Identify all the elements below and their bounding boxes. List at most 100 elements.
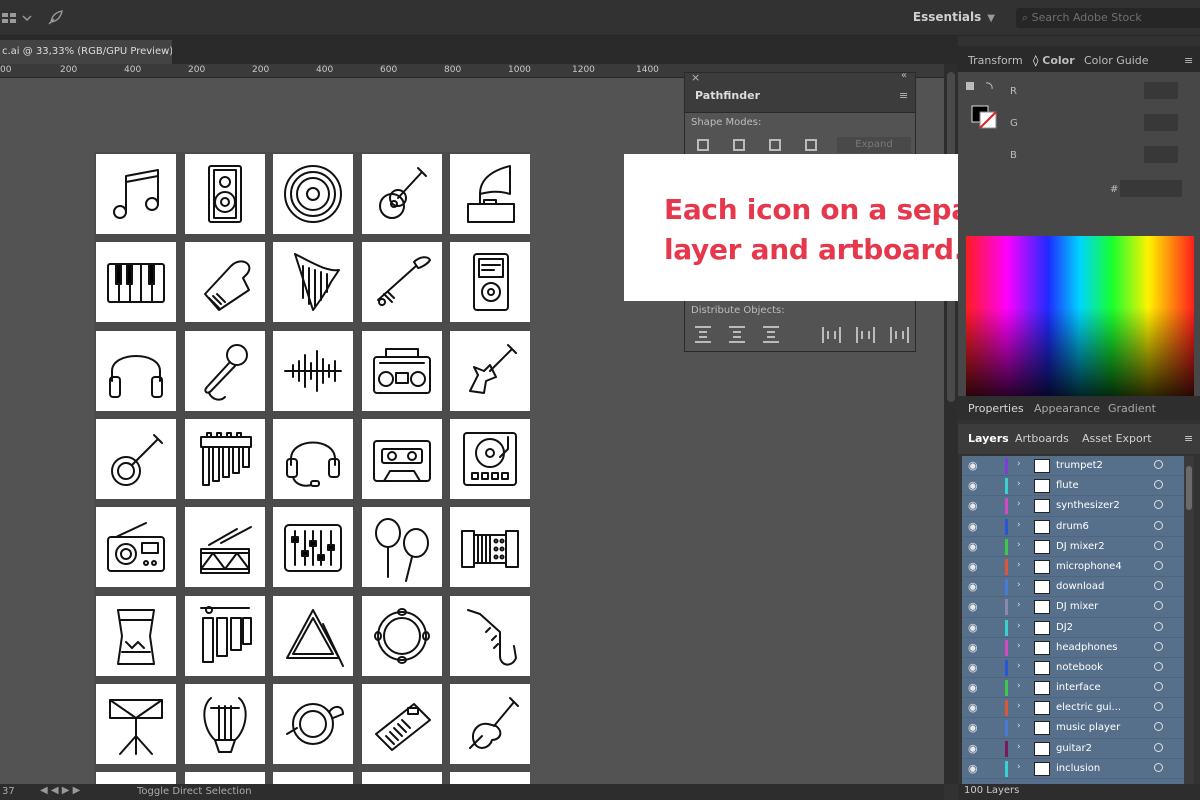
artboard-cassette[interactable] bbox=[361, 418, 442, 499]
layer-name[interactable]: synthesizer2 bbox=[1056, 500, 1120, 511]
tab-appearance[interactable]: Appearance bbox=[1034, 402, 1100, 415]
chevron-right-icon[interactable]: › bbox=[1017, 560, 1021, 570]
eye-icon[interactable]: ◉ bbox=[968, 681, 978, 694]
layer-name[interactable]: microphone4 bbox=[1056, 561, 1122, 572]
tab-color[interactable]: ◊ Color bbox=[1033, 54, 1075, 67]
chevron-right-icon[interactable]: › bbox=[1017, 681, 1021, 691]
intersect-icon[interactable] bbox=[769, 139, 781, 151]
artboard-partial[interactable] bbox=[450, 772, 530, 784]
target-icon[interactable] bbox=[1154, 641, 1163, 651]
chevron-right-icon[interactable]: › bbox=[1017, 661, 1021, 671]
collapse-icon[interactable]: « bbox=[901, 70, 907, 81]
artboard-tambourine[interactable] bbox=[361, 595, 442, 676]
layer-name[interactable]: headphones bbox=[1056, 642, 1117, 653]
eye-icon[interactable]: ◉ bbox=[968, 721, 978, 734]
artboard-keyboard-synth[interactable] bbox=[361, 683, 442, 764]
artboard-headset[interactable] bbox=[273, 418, 353, 499]
eye-icon[interactable]: ◉ bbox=[968, 742, 978, 755]
target-icon[interactable] bbox=[1154, 520, 1163, 530]
eye-icon[interactable]: ◉ bbox=[968, 479, 978, 492]
eye-icon[interactable]: ◉ bbox=[968, 621, 978, 634]
layer-name[interactable]: music player bbox=[1056, 722, 1120, 733]
target-icon[interactable] bbox=[1154, 560, 1163, 570]
b-value-field[interactable] bbox=[1144, 146, 1178, 163]
target-icon[interactable] bbox=[1154, 702, 1163, 712]
tab-asset-export[interactable]: Asset Export bbox=[1082, 432, 1152, 445]
layer-row[interactable]: ◉ › interface bbox=[962, 678, 1184, 699]
artboard-sound-wave[interactable] bbox=[273, 330, 353, 411]
layers-scroll-thumb[interactable] bbox=[1186, 466, 1192, 510]
fill-stroke-icon[interactable] bbox=[964, 80, 1000, 130]
workspace-selector[interactable]: Essentials ▼ bbox=[913, 10, 995, 24]
chevron-right-icon[interactable]: › bbox=[1017, 641, 1021, 651]
layer-row[interactable]: ◉ › headphones bbox=[962, 638, 1184, 658]
layer-name[interactable]: interface bbox=[1056, 682, 1101, 693]
chevron-right-icon[interactable]: › bbox=[1017, 459, 1021, 469]
eye-icon[interactable]: ◉ bbox=[968, 661, 978, 674]
minus-front-icon[interactable] bbox=[733, 139, 745, 151]
eye-icon[interactable]: ◉ bbox=[968, 540, 978, 553]
artboard-vinyl-record[interactable] bbox=[273, 154, 353, 234]
artboard-acoustic-guitar[interactable] bbox=[361, 154, 442, 234]
target-icon[interactable] bbox=[1154, 480, 1163, 490]
layer-row[interactable]: ◉ › notebook bbox=[962, 658, 1184, 679]
layers-menu-icon[interactable]: ≡ bbox=[1184, 432, 1193, 445]
eye-icon[interactable]: ◉ bbox=[968, 600, 978, 613]
artboard-accordion[interactable] bbox=[450, 507, 530, 588]
chevron-right-icon[interactable]: › bbox=[1017, 499, 1021, 509]
target-icon[interactable] bbox=[1154, 540, 1163, 550]
nav-arrows[interactable]: ◀ ◀ ▶ ▶ bbox=[40, 785, 80, 796]
artboard-banjo[interactable] bbox=[96, 418, 176, 499]
g-value-field[interactable] bbox=[1144, 114, 1178, 131]
target-icon[interactable] bbox=[1154, 661, 1163, 671]
layer-row[interactable]: ◉ › guitar2 bbox=[962, 739, 1184, 759]
chevron-right-icon[interactable]: › bbox=[1017, 701, 1021, 711]
artboard-snare-drum[interactable] bbox=[184, 507, 265, 588]
tab-layers[interactable]: Layers bbox=[968, 432, 1009, 445]
chevron-right-icon[interactable]: › bbox=[1017, 600, 1021, 610]
target-icon[interactable] bbox=[1154, 762, 1163, 772]
eye-icon[interactable]: ◉ bbox=[968, 459, 978, 472]
artboard-dj-turntable[interactable] bbox=[450, 418, 530, 499]
layer-name[interactable]: guitar2 bbox=[1056, 743, 1092, 754]
artboard-partial[interactable] bbox=[361, 772, 442, 784]
layer-name[interactable]: DJ2 bbox=[1056, 622, 1073, 633]
artboard-pan-flute[interactable] bbox=[184, 418, 265, 499]
chevron-right-icon[interactable]: › bbox=[1017, 540, 1021, 550]
chevron-right-icon[interactable]: › bbox=[1017, 721, 1021, 731]
target-icon[interactable] bbox=[1154, 581, 1163, 591]
artboard-lyre[interactable] bbox=[184, 683, 265, 764]
artboard-speaker[interactable] bbox=[184, 154, 265, 234]
layer-name[interactable]: trumpet2 bbox=[1056, 460, 1103, 471]
zoom-level[interactable]: 37 bbox=[2, 786, 15, 797]
layer-name[interactable]: download bbox=[1056, 581, 1104, 592]
rocket-icon[interactable] bbox=[46, 9, 64, 27]
layer-row[interactable]: ◉ › drum6 bbox=[962, 517, 1184, 537]
target-icon[interactable] bbox=[1154, 601, 1163, 611]
artboard-gramophone[interactable] bbox=[450, 154, 530, 234]
chevron-right-icon[interactable]: › bbox=[1017, 742, 1021, 752]
tab-properties[interactable]: Properties bbox=[968, 402, 1024, 415]
layer-row[interactable]: ◉ › music player bbox=[962, 718, 1184, 739]
artboard-headphones[interactable] bbox=[96, 330, 176, 411]
eye-icon[interactable]: ◉ bbox=[968, 701, 978, 714]
eye-icon[interactable]: ◉ bbox=[968, 520, 978, 533]
artboard-partial[interactable] bbox=[96, 772, 176, 784]
artboard-conga-drum[interactable] bbox=[96, 595, 176, 676]
artboard-radio[interactable] bbox=[96, 507, 176, 588]
target-icon[interactable] bbox=[1154, 722, 1163, 732]
target-icon[interactable] bbox=[1154, 500, 1163, 510]
chevron-right-icon[interactable]: › bbox=[1017, 762, 1021, 772]
eye-icon[interactable]: ◉ bbox=[968, 560, 978, 573]
distribute-icons[interactable] bbox=[691, 323, 911, 345]
close-icon[interactable]: × bbox=[691, 71, 700, 84]
layer-name[interactable]: DJ mixer bbox=[1056, 601, 1098, 612]
artboard-violin[interactable] bbox=[450, 683, 530, 764]
layer-row[interactable]: ◉ › DJ2 bbox=[962, 618, 1184, 638]
artboard-music-note[interactable] bbox=[96, 154, 176, 234]
artboard-microphone[interactable] bbox=[184, 330, 265, 411]
layer-row[interactable]: ◉ › trumpet2 bbox=[962, 456, 1184, 477]
layer-row[interactable]: ◉ › download bbox=[962, 577, 1184, 598]
color-spectrum[interactable] bbox=[966, 236, 1194, 414]
layer-row[interactable]: ◉ › synthesizer2 bbox=[962, 496, 1184, 517]
